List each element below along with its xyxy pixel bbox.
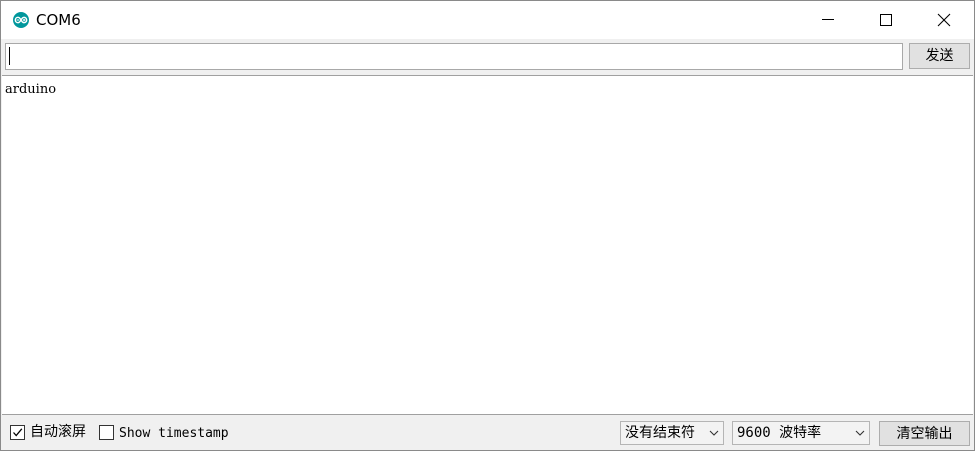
minimize-icon — [822, 19, 834, 20]
minimize-button[interactable] — [799, 1, 857, 39]
clear-output-button[interactable]: 清空输出 — [879, 421, 970, 446]
line-ending-select[interactable]: 没有结束符 — [620, 421, 724, 445]
baud-rate-value: 9600 波特率 — [737, 425, 822, 441]
baud-rate-select[interactable]: 9600 波特率 — [732, 421, 870, 445]
send-input[interactable] — [5, 43, 903, 70]
arduino-logo-icon — [13, 12, 29, 28]
window-title: COM6 — [36, 11, 81, 29]
close-button[interactable] — [915, 1, 973, 39]
timestamp-checkbox[interactable] — [99, 425, 114, 440]
close-icon — [937, 13, 951, 27]
autoscroll-label[interactable]: 自动滚屏 — [30, 424, 86, 441]
serial-monitor-window: COM6 发送 arduino 自动滚屏 Show timestamp 没有结束… — [0, 0, 975, 451]
text-caret — [9, 47, 10, 65]
autoscroll-checkbox[interactable] — [10, 425, 25, 440]
send-button[interactable]: 发送 — [909, 43, 970, 69]
maximize-button[interactable] — [857, 1, 915, 39]
output-area[interactable]: arduino — [2, 75, 973, 415]
maximize-icon — [880, 14, 892, 26]
chevron-down-icon — [709, 430, 719, 436]
line-ending-value: 没有结束符 — [625, 425, 695, 441]
title-bar[interactable]: COM6 — [1, 1, 974, 39]
output-text: arduino — [5, 82, 57, 97]
checkmark-icon — [13, 428, 23, 437]
timestamp-label[interactable]: Show timestamp — [119, 425, 229, 442]
chevron-down-icon — [855, 430, 865, 436]
